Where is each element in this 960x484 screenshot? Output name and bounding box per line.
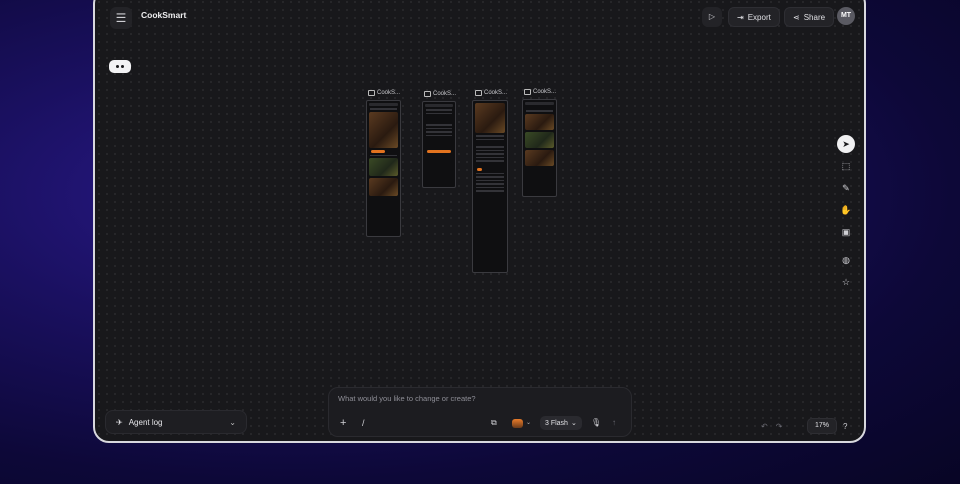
redo-icon[interactable]: ↷: [776, 422, 783, 431]
frame-title: CookS...: [377, 90, 401, 96]
frame-label-2[interactable]: CookS...: [424, 91, 456, 97]
model-select[interactable]: 3 Flash ⌄: [540, 416, 582, 430]
design-frame-2[interactable]: [422, 101, 456, 188]
screen-capture-icon[interactable]: ⧉: [491, 418, 497, 428]
frame-title: CookS...: [533, 89, 557, 95]
zoom-level[interactable]: 17%: [807, 418, 837, 434]
add-icon[interactable]: +: [340, 417, 346, 429]
prompt-input[interactable]: What would you like to change or create?: [338, 394, 476, 403]
frame-icon: [475, 90, 482, 96]
history-controls: ↶ ↷: [761, 422, 782, 431]
frame-card-image: [525, 113, 554, 130]
frame-card-image: [369, 178, 398, 196]
export-label: Export: [747, 12, 771, 22]
agent-log-label: Agent log: [128, 417, 163, 427]
frame-text-line: [426, 134, 452, 136]
design-frame-1[interactable]: [366, 100, 401, 237]
frame-step-marker: [477, 167, 482, 171]
image-icon[interactable]: ▣: [837, 223, 855, 241]
frame-label-4[interactable]: CookS...: [524, 89, 556, 95]
prompt-actions: + / ⧉ ⌄ 3 Flash ⌄ 🎙 ↑: [329, 415, 631, 433]
pencil-icon[interactable]: ✎: [837, 179, 855, 197]
frame-card-image: [525, 149, 554, 166]
microphone-icon[interactable]: 🎙: [591, 418, 601, 427]
cursor-icon[interactable]: ➤: [837, 135, 855, 153]
frame-text-line: [370, 154, 397, 156]
frame-text-line: [476, 190, 504, 192]
play-button[interactable]: ▷: [702, 7, 722, 27]
share-button[interactable]: ⋖ Share: [784, 7, 835, 27]
marquee-select-icon[interactable]: ⬚: [837, 157, 855, 175]
app-header: ☰ CookSmart ▷ ⇥ Export ⋖ Share MT: [95, 2, 864, 32]
rocket-icon: ✈: [116, 417, 123, 427]
more-options-button[interactable]: [109, 60, 131, 73]
frame-text-line: [426, 127, 452, 129]
frame-label-3[interactable]: CookS...: [475, 90, 507, 96]
frame-label-1[interactable]: CookS...: [368, 90, 400, 96]
frame-text-line: [476, 160, 504, 162]
frame-text-line: [426, 112, 452, 114]
slash-command-icon[interactable]: /: [362, 418, 365, 428]
chevron-down-icon: ⌄: [570, 420, 577, 427]
play-icon: ▷: [708, 12, 716, 21]
frame-text-line: [476, 153, 504, 155]
model-label: 3 Flash: [545, 419, 568, 427]
frame-cta-button: [371, 149, 385, 153]
frame-text-line: [476, 138, 504, 140]
frame-icon: [368, 90, 375, 96]
frame-text-line: [476, 172, 504, 174]
frame-text-line: [476, 176, 504, 178]
frame-text-line: [476, 135, 504, 137]
frame-text-line: [426, 109, 452, 111]
frame-text-line: [426, 124, 452, 126]
frame-header: [369, 103, 398, 106]
app-window: ☰ CookSmart ▷ ⇥ Export ⋖ Share MT CookS.…: [93, 0, 866, 443]
user-avatar[interactable]: MT: [837, 7, 855, 25]
share-icon: ⋖: [793, 12, 800, 22]
frame-text-line: [476, 149, 504, 151]
frame-card-image: [525, 131, 554, 148]
hamburger-menu-icon[interactable]: ☰: [110, 7, 132, 29]
canvas-toolbar: ➤ ⬚ ✎ ✋ ▣ ◍ ☆: [836, 135, 856, 295]
help-icon[interactable]: ?: [843, 422, 847, 431]
share-label: Share: [803, 12, 826, 22]
hand-icon[interactable]: ✋: [837, 201, 855, 219]
frame-title: CookS...: [433, 91, 457, 97]
frame-text-line: [476, 156, 504, 158]
frame-cta-button: [427, 150, 451, 153]
dot-icon: [116, 65, 119, 68]
frame-text-line: [476, 186, 504, 188]
app-title: CookSmart: [141, 10, 187, 20]
design-frame-3[interactable]: [472, 100, 508, 273]
frame-text-line: [476, 146, 504, 148]
chevron-down-icon[interactable]: ⌄: [526, 419, 531, 426]
frame-text-line: [476, 179, 504, 181]
frame-text-line: [476, 183, 504, 185]
frame-hero-image: [475, 103, 505, 133]
dot-icon: [121, 65, 124, 68]
model-logo-icon[interactable]: [512, 419, 523, 428]
star-icon[interactable]: ☆: [837, 273, 855, 291]
frame-card-image: [369, 158, 398, 176]
frame-hero-image: [369, 111, 398, 148]
frame-icon: [424, 91, 431, 97]
agent-log-dropdown[interactable]: ✈ Agent log ⌄: [105, 410, 247, 434]
frame-header: [525, 102, 554, 105]
export-button[interactable]: ⇥ Export: [728, 7, 780, 27]
frame-title: CookS...: [484, 90, 508, 96]
prompt-box[interactable]: What would you like to change or create?…: [328, 387, 632, 437]
frame-text-line: [370, 108, 397, 110]
chevron-down-icon: ⌄: [229, 417, 236, 427]
frame-icon: [524, 89, 531, 95]
undo-icon[interactable]: ↶: [761, 422, 768, 431]
export-icon: ⇥: [737, 12, 744, 22]
send-arrow-icon[interactable]: ↑: [612, 418, 616, 427]
frame-header: [425, 104, 453, 107]
frame-text-line: [526, 110, 553, 112]
design-frame-4[interactable]: [522, 99, 557, 197]
frame-text-line: [426, 131, 452, 133]
palette-icon[interactable]: ◍: [837, 251, 855, 269]
